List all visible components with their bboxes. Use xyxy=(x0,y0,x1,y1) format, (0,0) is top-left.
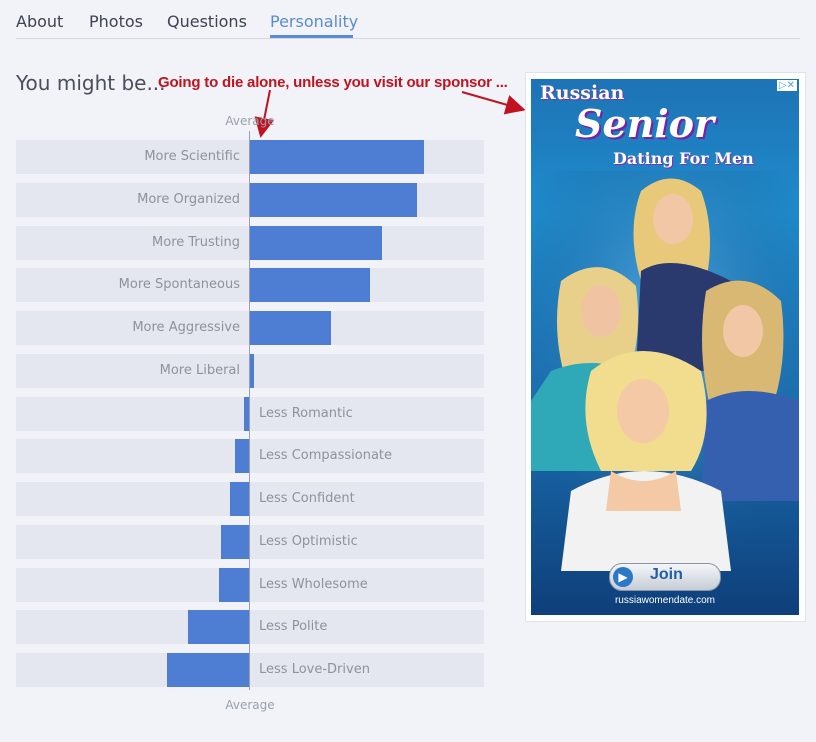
trait-row: More Aggressive xyxy=(16,311,484,345)
average-label-top: Average xyxy=(225,114,275,128)
trait-row-background xyxy=(16,482,484,516)
trait-bar xyxy=(249,268,371,303)
sponsored-ad[interactable]: ▷✕ Russian Senior Dating For Men ▶ Join … xyxy=(525,72,806,622)
average-label-bottom: Average xyxy=(225,698,275,712)
trait-label: More Liberal xyxy=(159,362,240,378)
trait-row: Less Confident xyxy=(16,482,484,516)
trait-row: Less Optimistic xyxy=(16,524,484,559)
trait-label: More Organized xyxy=(137,191,240,207)
adchoices-icon[interactable]: ▷✕ xyxy=(776,80,797,91)
trait-label: Less Love-Driven xyxy=(259,662,370,677)
trait-label: Less Confident xyxy=(259,491,355,506)
trait-row: More Scientific xyxy=(16,140,484,174)
trait-row-background xyxy=(16,524,484,559)
trait-bar xyxy=(249,311,331,345)
ad-url[interactable]: russiawomendate.com xyxy=(531,595,799,606)
trait-bar xyxy=(188,610,249,645)
trait-label: More Trusting xyxy=(152,234,240,250)
trait-row-background xyxy=(16,396,484,431)
trait-label: More Spontaneous xyxy=(118,277,240,293)
trait-row: More Organized xyxy=(16,182,484,217)
ad-join-button[interactable]: ▶ Join xyxy=(609,563,721,591)
trait-bar xyxy=(230,482,249,516)
trait-label: Less Compassionate xyxy=(259,448,393,464)
arrow-to-ad-icon xyxy=(461,91,526,115)
trait-label: Less Optimistic xyxy=(259,533,358,549)
play-arrow-icon: ▶ xyxy=(613,567,633,587)
trait-row: Less Romantic xyxy=(16,396,484,431)
trait-row-background xyxy=(16,439,484,474)
trait-row: Less Love-Driven xyxy=(16,653,484,687)
trait-label: More Aggressive xyxy=(132,320,240,335)
trait-bar xyxy=(167,653,249,687)
trait-row-background xyxy=(16,653,484,687)
trait-bar xyxy=(218,567,249,602)
trait-label: More Scientific xyxy=(144,149,240,164)
trait-label: Less Polite xyxy=(259,619,328,635)
ad-title-line2: Senior xyxy=(575,101,715,146)
trait-bar xyxy=(235,439,249,474)
trait-row: More Liberal xyxy=(16,353,484,388)
trait-row-background xyxy=(16,610,484,645)
trait-row: More Spontaneous xyxy=(16,268,484,303)
ad-creative[interactable]: ▷✕ Russian Senior Dating For Men ▶ Join … xyxy=(531,79,799,615)
trait-row: Less Compassionate xyxy=(16,439,484,474)
trait-label: Less Wholesome xyxy=(259,576,368,592)
trait-row: Less Wholesome xyxy=(16,567,484,602)
trait-bar xyxy=(249,182,417,217)
trait-bar xyxy=(249,225,382,260)
trait-bar xyxy=(221,524,249,559)
ad-photo-women xyxy=(531,171,799,571)
average-axis-line xyxy=(249,131,250,690)
trait-bar xyxy=(249,140,424,174)
join-label: Join xyxy=(650,566,683,583)
trait-row-background xyxy=(16,567,484,602)
trait-row: More Trusting xyxy=(16,225,484,260)
trait-label: Less Romantic xyxy=(259,405,353,421)
ad-title-line3: Dating For Men xyxy=(613,149,754,168)
trait-row: Less Polite xyxy=(16,610,484,645)
